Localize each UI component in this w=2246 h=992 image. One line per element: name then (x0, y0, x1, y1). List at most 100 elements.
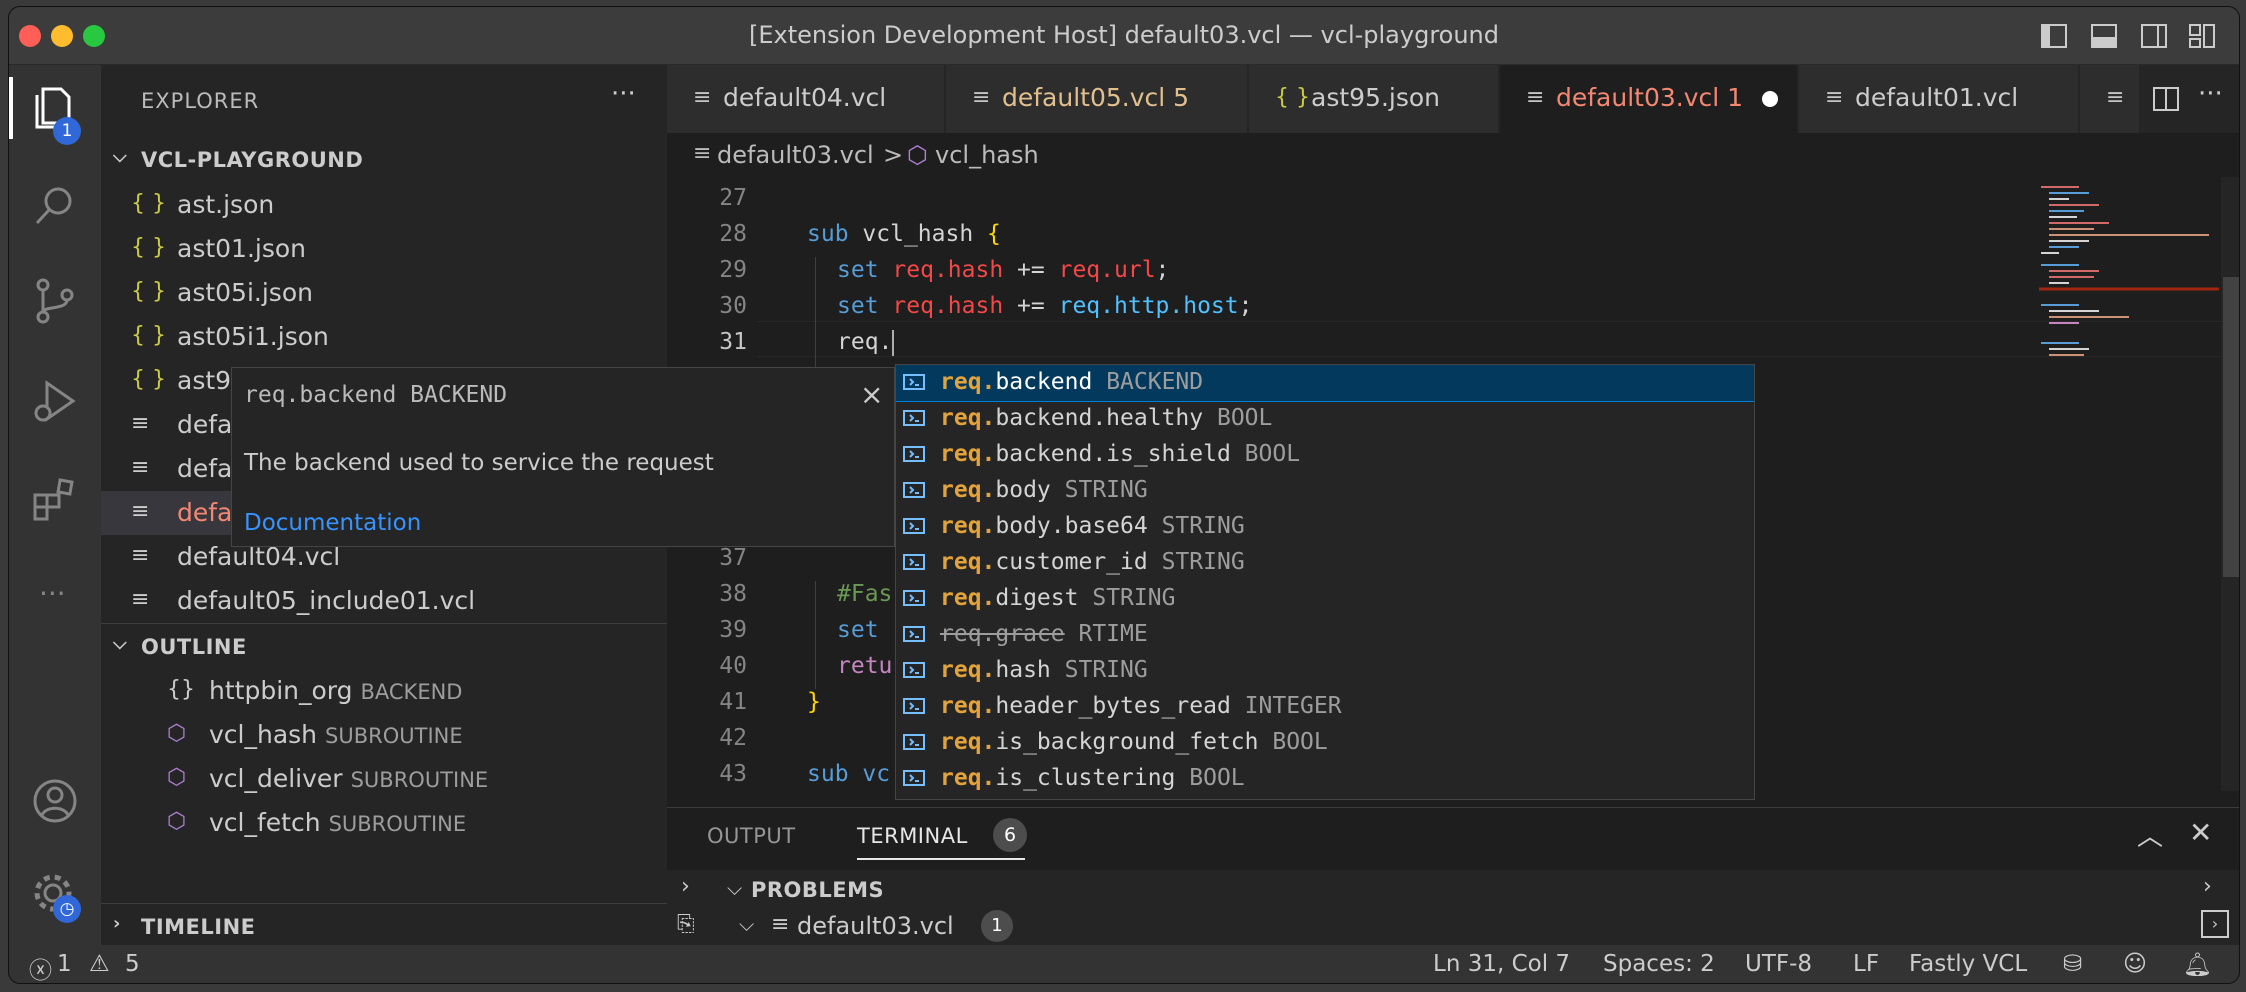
editor-actions: ··· (2140, 65, 2239, 133)
bottom-panel: OUTPUT TERMINAL 6 ︿ ✕ › ⎘ ⌵ PROBLEMS › ⌵… (667, 807, 2239, 946)
section-timeline[interactable]: › TIMELINE (101, 903, 667, 945)
chevron-right-icon[interactable]: › (2203, 874, 2212, 899)
terminal-panel-icon[interactable]: › (2201, 910, 2229, 938)
variable-icon (903, 410, 925, 426)
breadcrumb-symbol[interactable]: vcl_hash (935, 141, 1039, 169)
error-icon[interactable]: ⓧ (29, 951, 52, 983)
error-count[interactable]: 1 (57, 951, 72, 977)
toggle-primary-sidebar-icon[interactable] (2039, 21, 2069, 51)
suggestion-list[interactable]: req.backend BACKEND req.backend.healthy B… (895, 364, 1755, 800)
tab-default03-active[interactable]: ≡ default03.vcl 1 (1500, 65, 1798, 133)
chevron-down-icon[interactable]: ⌵ (739, 912, 754, 936)
suggestion-item[interactable]: req.customer_id STRING (896, 545, 1754, 581)
vertical-scrollbar[interactable] (2221, 177, 2239, 791)
warning-count[interactable]: 5 (125, 951, 140, 977)
close-panel-icon[interactable]: ✕ (2189, 816, 2212, 849)
unsaved-dot-icon[interactable] (1762, 91, 1778, 107)
chevron-right-icon[interactable]: › (681, 874, 690, 899)
suggestion-item[interactable]: req.digest STRING (896, 581, 1754, 617)
suggestion-item[interactable]: req.header_bytes_read INTEGER (896, 689, 1754, 725)
suggestion-item[interactable]: req.grace RTIME (896, 617, 1754, 653)
section-outline[interactable]: ⌵ OUTLINE (101, 623, 667, 667)
terminal-debug-icon[interactable]: ⎘ (677, 912, 695, 937)
suggestion-item[interactable]: req.is_clustering BOOL (896, 761, 1754, 797)
tab-overflow[interactable]: ≡ (2080, 65, 2140, 133)
suggestion-item[interactable]: req.backend.healthy BOOL (896, 401, 1754, 437)
warning-icon[interactable]: ⚠ (89, 951, 110, 977)
suggestion-item[interactable]: req.is_background_fetch BOOL (896, 725, 1754, 761)
section-vcl-playground[interactable]: ⌵ VCL-PLAYGROUND (101, 137, 667, 181)
suggestion-item[interactable]: req.backend BACKEND (896, 365, 1754, 402)
problems-view: ⌵ PROBLEMS › ⌵ ≡ default03.vcl 1 › (717, 870, 2239, 946)
suggestion-item[interactable]: req.body.base64 STRING (896, 509, 1754, 545)
cube-method-icon: ⬡ (167, 809, 187, 834)
code-line-41: } (807, 689, 821, 715)
tab-default04[interactable]: ≡ default04.vcl (667, 65, 945, 133)
json-file-icon: { } (131, 367, 166, 392)
indentation[interactable]: Spaces: 2 (1603, 951, 1715, 977)
code-line-28: sub vcl_hash { (807, 221, 1001, 247)
extensions-icon[interactable] (29, 473, 81, 525)
text-file-icon: ≡ (131, 411, 150, 436)
text-file-icon: ≡ (131, 543, 150, 568)
feedback-icon[interactable]: ☺ (2123, 951, 2147, 977)
chevron-down-icon[interactable]: ⌵ (727, 876, 742, 900)
documentation-link[interactable]: Documentation (244, 510, 421, 536)
text-file-icon: ≡ (131, 587, 150, 612)
braces-symbol-icon: {} (167, 677, 195, 702)
problem-count-badge: 1 (981, 910, 1013, 942)
outline-item[interactable]: ⬡ vcl_fetch SUBROUTINE (101, 801, 667, 845)
more-actions-icon[interactable]: ··· (2198, 79, 2223, 109)
cube-method-icon: ⬡ (167, 765, 187, 790)
variable-icon (903, 770, 925, 786)
toggle-panel-icon[interactable] (2089, 21, 2119, 51)
scrollbar-thumb[interactable] (2223, 277, 2239, 577)
file-item[interactable]: { } ast01.json (101, 227, 667, 271)
problem-file-name[interactable]: default03.vcl (797, 912, 954, 940)
file-item[interactable]: { } ast.json (101, 183, 667, 227)
json-file-icon: { } (131, 323, 166, 348)
tab-ast95[interactable]: { } ast95.json (1249, 65, 1499, 133)
tab-default05[interactable]: ≡ default05.vcl 5 (946, 65, 1248, 133)
terminal-badge: 6 (993, 818, 1027, 852)
run-and-debug-icon[interactable] (29, 375, 81, 427)
customize-layout-icon[interactable] (2187, 21, 2217, 51)
tab-output[interactable]: OUTPUT (707, 824, 796, 848)
file-item[interactable]: { } ast05i.json (101, 271, 667, 315)
code-line-29: set req.hash += req.url; (837, 257, 1170, 283)
account-icon[interactable] (29, 775, 81, 827)
suggestion-item[interactable]: req.body STRING (896, 473, 1754, 509)
search-icon[interactable] (29, 181, 81, 233)
split-editor-icon[interactable] (2152, 85, 2180, 113)
problems-header[interactable]: PROBLEMS (751, 878, 884, 902)
cursor-position[interactable]: Ln 31, Col 7 (1433, 951, 1570, 977)
more-views-icon[interactable]: ··· (39, 577, 66, 610)
text-file-icon: ≡ (131, 499, 150, 524)
minimap[interactable] (2039, 183, 2219, 373)
suggestion-item[interactable]: req.backend.is_shield BOOL (896, 437, 1754, 473)
outline-item[interactable]: {} httpbin_org BACKEND (101, 669, 667, 713)
outline-item[interactable]: ⬡ vcl_hash SUBROUTINE (101, 713, 667, 757)
source-control-icon[interactable] (29, 275, 81, 327)
file-item[interactable]: ≡ default05_include01.vcl (101, 579, 667, 623)
text-file-icon: ≡ (693, 85, 712, 110)
outline-item[interactable]: ⬡ vcl_deliver SUBROUTINE (101, 757, 667, 801)
more-actions-icon[interactable]: ··· (611, 79, 636, 109)
vscode-window: [Extension Development Host] default03.v… (8, 6, 2240, 984)
maximize-panel-icon[interactable]: ︿ (2137, 816, 2163, 853)
line-ending[interactable]: LF (1853, 951, 1879, 977)
file-item[interactable]: { } ast05i1.json (101, 315, 667, 359)
copilot-icon[interactable]: ⛁ (2063, 951, 2082, 977)
variable-icon (903, 698, 925, 714)
code-line-40: retu (837, 653, 893, 679)
breadcrumb-file[interactable]: default03.vcl (717, 141, 874, 169)
variable-icon (903, 590, 925, 606)
language-mode[interactable]: Fastly VCL (1909, 951, 2027, 977)
close-icon[interactable]: × (860, 378, 883, 411)
encoding[interactable]: UTF-8 (1745, 951, 1812, 977)
bell-icon[interactable]: 🔔︎ (2183, 951, 2212, 978)
tab-default01[interactable]: ≡ default01.vcl (1799, 65, 2079, 133)
tab-terminal[interactable]: TERMINAL (857, 824, 968, 848)
suggestion-item[interactable]: req.hash STRING (896, 653, 1754, 689)
toggle-secondary-sidebar-icon[interactable] (2139, 21, 2169, 51)
